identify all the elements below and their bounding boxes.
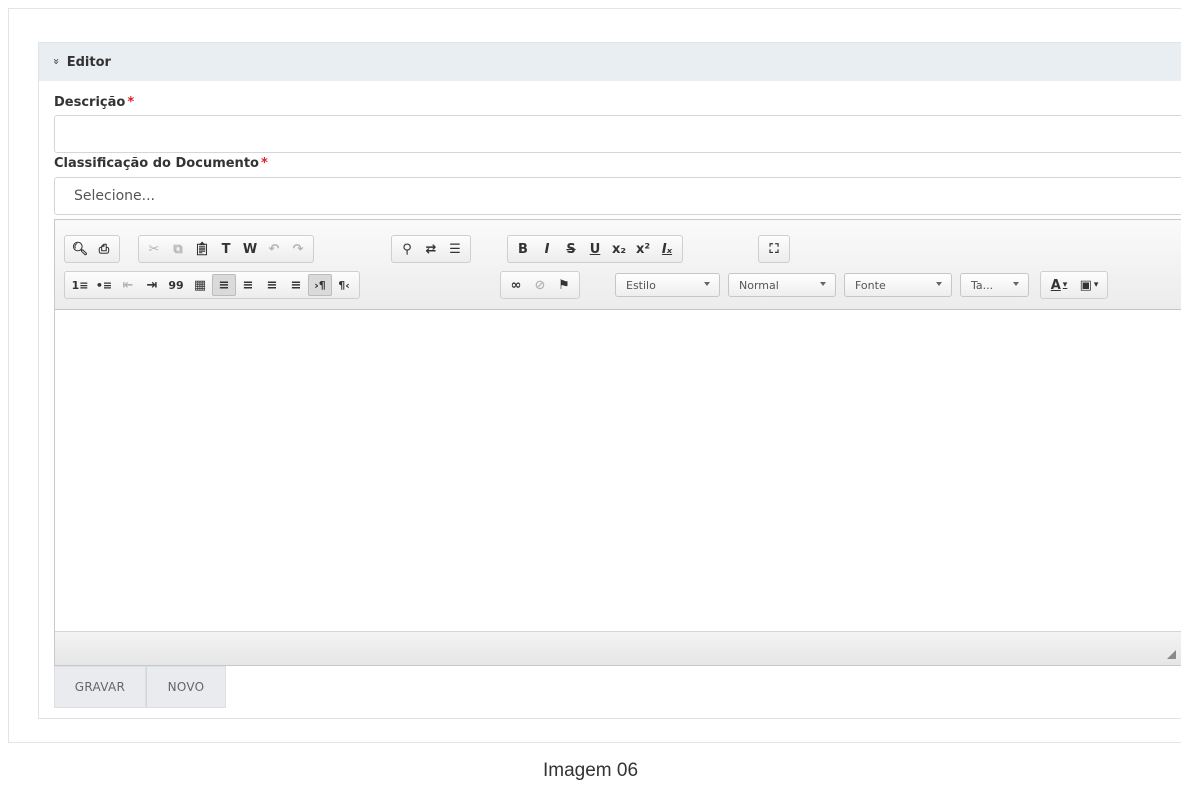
toolbar-group-clipboard: ✂ ⧉ 📋︎ T W ↶ ↷	[138, 235, 314, 263]
editor-panel: » Editor Descrição * Classificação do Doc…	[38, 42, 1181, 719]
editor-content-area[interactable]	[55, 311, 1181, 631]
toolbar-group-colors: A ▾ ▣ ▾	[1040, 271, 1108, 299]
numbered-list-icon[interactable]: 1≡	[68, 274, 92, 296]
toolbar-group-find: ⚲ ⇄ ☰	[391, 235, 471, 263]
bulleted-list-icon[interactable]: •≡	[92, 274, 116, 296]
font-size-combo-label: Ta...	[971, 278, 994, 292]
classificacao-label-text: Classificação do Documento	[54, 156, 259, 171]
panel-title: Editor	[66, 54, 111, 70]
font-size-combo[interactable]: Ta...	[960, 273, 1029, 297]
ltr-icon[interactable]: ›¶	[308, 274, 332, 296]
rich-text-editor: 🔍︎ ⎙ ✂ ⧉ 📋︎ T W ↶ ↷ ⚲ ⇄ ☰ B I S U x₂ x² …	[54, 219, 1181, 666]
novo-button[interactable]: NOVO	[146, 666, 226, 708]
subscript-icon[interactable]: x₂	[607, 238, 631, 260]
maximize-icon[interactable]: ⛶	[762, 238, 786, 260]
descricao-label-text: Descrição	[54, 95, 126, 110]
bg-color-icon[interactable]: ▣ ▾	[1074, 274, 1104, 296]
resize-handle-icon[interactable]	[1167, 650, 1176, 659]
blockquote-icon[interactable]: 99	[164, 274, 188, 296]
select-value: Selecione...	[74, 188, 155, 204]
chevron-down-icon: ▾	[1062, 280, 1068, 290]
paste-word-icon[interactable]: W	[238, 238, 262, 260]
style-combo-label: Estilo	[626, 278, 656, 292]
unlink-icon[interactable]: ⊘	[528, 274, 552, 296]
style-combo[interactable]: Estilo	[615, 273, 720, 297]
text-color-icon[interactable]: A ▾	[1044, 274, 1074, 296]
redo-icon[interactable]: ↷	[286, 238, 310, 260]
descricao-label: Descrição *	[54, 95, 134, 110]
undo-icon[interactable]: ↶	[262, 238, 286, 260]
find-icon[interactable]: ⚲	[395, 238, 419, 260]
rtl-icon[interactable]: ¶‹	[332, 274, 356, 296]
link-icon[interactable]: ∞	[504, 274, 528, 296]
bold-icon[interactable]: B	[511, 238, 535, 260]
toolbar-group-tools: ⛶	[758, 235, 790, 263]
chevron-down-icon	[704, 282, 710, 286]
panel-header[interactable]: » Editor	[39, 43, 1181, 81]
page-break-icon[interactable]: ☰	[443, 238, 467, 260]
indent-icon[interactable]: ⇥	[140, 274, 164, 296]
outdent-icon[interactable]: ⇤	[116, 274, 140, 296]
font-combo[interactable]: Fonte	[844, 273, 952, 297]
italic-icon[interactable]: I	[535, 238, 559, 260]
align-center-icon[interactable]: ≡	[236, 274, 260, 296]
replace-icon[interactable]: ⇄	[419, 238, 443, 260]
paste-icon[interactable]: 📋︎	[190, 238, 214, 260]
remove-format-icon[interactable]: Iₓ	[655, 238, 679, 260]
toolbar-group-basicstyles: B I S U x₂ x² Iₓ	[507, 235, 683, 263]
print-icon[interactable]: ⎙	[92, 238, 116, 260]
editor-status-bar	[55, 631, 1181, 665]
justify-icon[interactable]: ≡	[284, 274, 308, 296]
align-left-icon[interactable]: ≡	[212, 274, 236, 296]
font-combo-label: Fonte	[855, 278, 886, 292]
required-marker: *	[127, 95, 135, 110]
toolbar-group-document: 🔍︎ ⎙	[64, 235, 120, 263]
editor-toolbar: 🔍︎ ⎙ ✂ ⧉ 📋︎ T W ↶ ↷ ⚲ ⇄ ☰ B I S U x₂ x² …	[55, 220, 1181, 310]
descricao-input[interactable]	[54, 115, 1181, 153]
div-container-icon[interactable]: ▦	[188, 274, 212, 296]
classificacao-select[interactable]: Selecione...	[54, 177, 1181, 215]
preview-icon[interactable]: 🔍︎	[68, 238, 92, 260]
chevron-down-icon	[820, 282, 826, 286]
chevron-down-icon	[1013, 282, 1019, 286]
image-caption: Imagem 06	[542, 760, 639, 781]
paste-text-icon[interactable]: T	[214, 238, 238, 260]
strike-icon[interactable]: S	[559, 238, 583, 260]
required-marker: *	[260, 156, 268, 171]
underline-icon[interactable]: U	[583, 238, 607, 260]
superscript-icon[interactable]: x²	[631, 238, 655, 260]
copy-icon[interactable]: ⧉	[166, 238, 190, 260]
collapse-chevron-icon[interactable]: »	[50, 58, 63, 65]
chevron-down-icon: ▾	[1093, 280, 1099, 290]
toolbar-group-lists: 1≡ •≡ ⇤ ⇥ 99 ▦ ≡ ≡ ≡ ≡ ›¶ ¶‹	[64, 271, 360, 299]
cut-icon[interactable]: ✂	[142, 238, 166, 260]
classificacao-label: Classificação do Documento *	[54, 156, 268, 171]
chevron-down-icon	[936, 282, 942, 286]
gravar-button[interactable]: GRAVAR	[54, 666, 146, 708]
format-combo[interactable]: Normal	[728, 273, 836, 297]
text-color-glyph: A	[1050, 277, 1061, 293]
bg-color-glyph: ▣	[1079, 277, 1092, 293]
toolbar-group-links: ∞ ⊘ ⚑	[500, 271, 580, 299]
align-right-icon[interactable]: ≡	[260, 274, 284, 296]
anchor-flag-icon[interactable]: ⚑	[552, 274, 576, 296]
format-combo-label: Normal	[739, 278, 779, 292]
